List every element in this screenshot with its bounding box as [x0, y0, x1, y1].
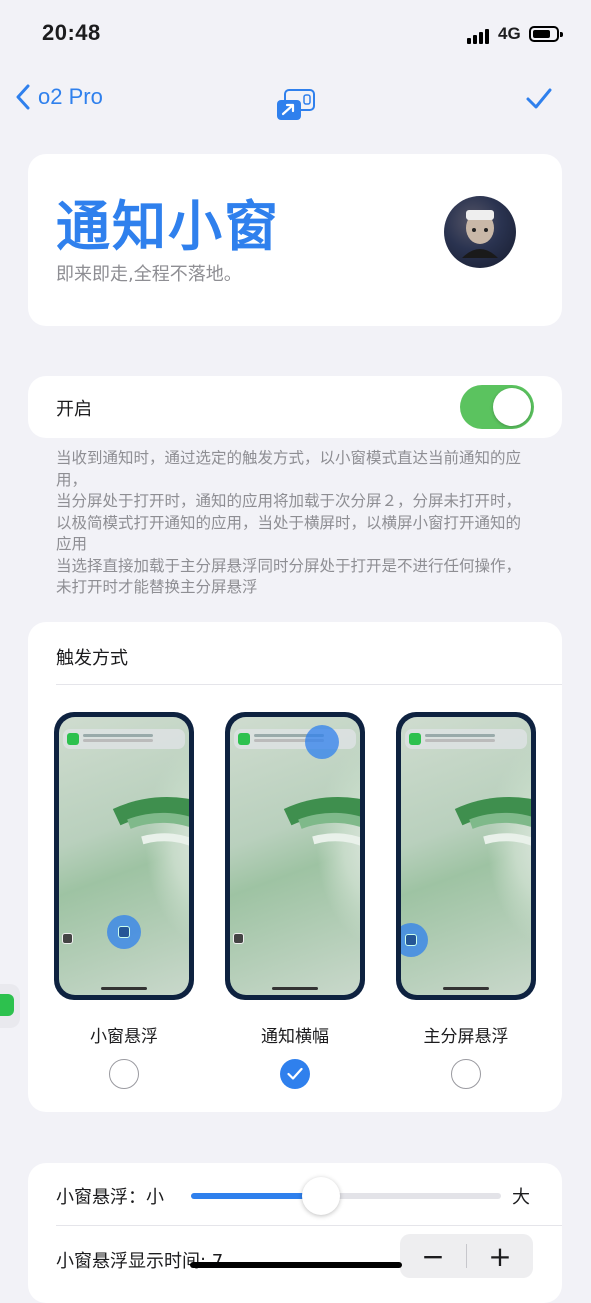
settings-card: 小窗悬浮：小 大 小窗悬浮显示时间: 7 − + — [28, 1163, 562, 1303]
display-time-stepper: − + — [400, 1234, 533, 1278]
radio-main-split[interactable] — [451, 1059, 481, 1089]
divider — [56, 1225, 562, 1226]
preview-main-split-floating[interactable] — [396, 712, 536, 1000]
size-slider-max-label: 大 — [512, 1187, 530, 1208]
description-line: 当选择直接加载于主分屏悬浮同时分屏处于打开是不进行任何操作，未打开时才能替换主分… — [56, 556, 522, 597]
page-subtitle: 即来即走,全程不落地。 — [56, 264, 242, 285]
decrement-button[interactable]: − — [400, 1234, 466, 1278]
size-slider[interactable] — [191, 1177, 501, 1215]
size-slider-label: 小窗悬浮：小 — [56, 1187, 164, 1208]
radio-floating[interactable] — [109, 1059, 139, 1089]
option-label-banner: 通知横幅 — [261, 1027, 329, 1047]
notification-banner — [63, 729, 185, 749]
confirm-check-icon[interactable] — [525, 86, 553, 116]
option-label-floating: 小窗悬浮 — [90, 1027, 158, 1047]
description: 当收到通知时，通过选定的触发方式，以小窗模式直达当前通知的应用， 当分屏处于打开… — [56, 448, 536, 599]
trigger-title: 触发方式 — [56, 648, 128, 669]
status-bar: 20:48 4G — [0, 0, 591, 70]
increment-button[interactable]: + — [467, 1234, 533, 1278]
option-label-main-split: 主分屏悬浮 — [423, 1027, 509, 1047]
network-type: 4G — [498, 24, 521, 43]
wechat-icon — [0, 994, 14, 1016]
home-indicator — [190, 1262, 402, 1268]
enable-label: 开启 — [56, 399, 92, 420]
phone-screen — [59, 717, 189, 995]
chevron-left-icon — [16, 84, 30, 110]
preview-notification-banner[interactable] — [225, 712, 365, 1000]
signal-icon — [467, 28, 489, 44]
back-button[interactable]: o2 Pro — [16, 84, 103, 110]
avatar — [444, 196, 516, 268]
picture-in-picture-icon[interactable] — [276, 88, 316, 122]
slider-thumb[interactable] — [302, 1177, 341, 1215]
notification-banner — [405, 729, 527, 749]
mini-window-icon — [62, 933, 73, 944]
checkmark-icon — [287, 1067, 303, 1080]
display-time-label: 小窗悬浮显示时间: 7 — [56, 1251, 224, 1272]
status-time: 20:48 — [42, 20, 101, 45]
header-card: 通知小窗 即来即走,全程不落地。 — [28, 154, 562, 326]
description-line: 当收到通知时，通过选定的触发方式，以小窗模式直达当前通知的应用， — [56, 449, 522, 489]
mini-window-icon — [233, 933, 244, 944]
tap-indicator — [107, 915, 141, 949]
tap-indicator — [305, 725, 339, 759]
enable-toggle[interactable] — [460, 385, 534, 429]
page-title: 通知小窗 — [56, 195, 280, 258]
phone-screen — [230, 717, 360, 995]
divider — [56, 684, 562, 685]
nav-bar: o2 Pro — [0, 78, 591, 128]
enable-row: 开启 — [28, 376, 562, 438]
battery-icon — [529, 26, 563, 42]
trigger-card: 触发方式 小窗悬浮 通知横幅 主分屏悬浮 — [28, 622, 562, 1112]
radio-banner[interactable] — [280, 1059, 310, 1089]
back-label: o2 Pro — [38, 84, 103, 109]
toggle-knob — [493, 388, 531, 426]
description-line: 当分屏处于打开时，通知的应用将加载于次分屏２，分屏未打开时，以极简模式打开通知的… — [56, 492, 522, 553]
phone-screen — [401, 717, 531, 995]
preview-floating-window[interactable] — [54, 712, 194, 1000]
floating-side-tab[interactable] — [0, 984, 20, 1028]
